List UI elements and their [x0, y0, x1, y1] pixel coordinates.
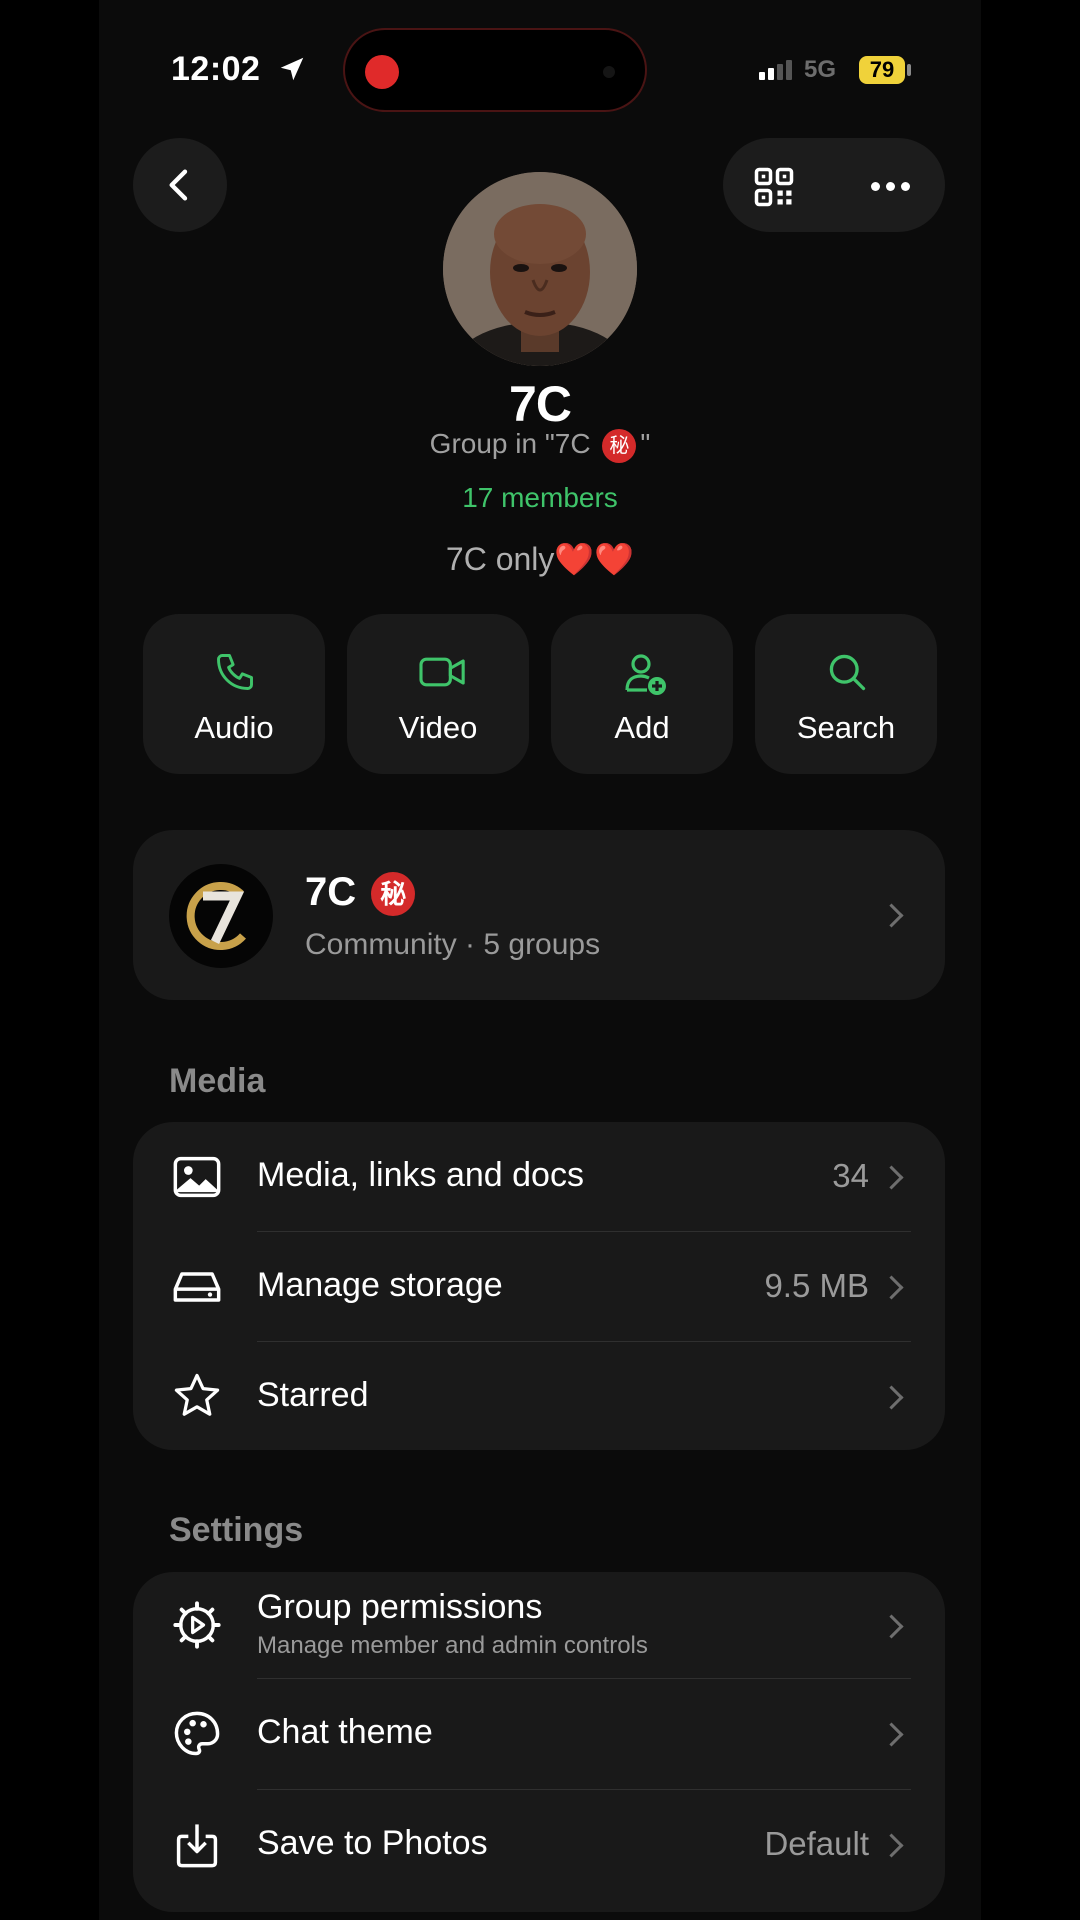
group-description: 7C only❤️❤️	[445, 541, 635, 577]
search-button[interactable]: Search	[755, 614, 937, 774]
star-icon	[174, 1373, 220, 1416]
avatar-portrait	[443, 172, 637, 366]
group-avatar[interactable]	[443, 172, 637, 366]
add-member-button[interactable]: Add	[551, 614, 733, 774]
add-person-icon	[625, 654, 666, 695]
chevron-right-icon	[879, 1833, 904, 1858]
qr-code-icon[interactable]	[753, 166, 795, 208]
group-name: 7C	[509, 376, 572, 432]
members-count[interactable]: 17 members	[99, 482, 981, 514]
chat-theme-row[interactable]: Chat theme	[133, 1679, 945, 1789]
community-name: 7C 秘	[305, 870, 419, 917]
gear-icon	[173, 1601, 221, 1649]
chevron-left-icon	[169, 169, 188, 201]
audio-label: Audio	[194, 710, 274, 745]
community-card[interactable]: 7C 秘 Community · 5 groups	[133, 830, 945, 1000]
media-links-docs-row[interactable]: Media, links and docs 34	[133, 1122, 945, 1232]
chevron-right-icon	[879, 1165, 904, 1190]
settings-card: Group permissions Manage member and admi…	[133, 1572, 945, 1912]
secret-badge-icon: 秘	[371, 872, 416, 917]
palette-icon	[174, 1711, 220, 1756]
recording-indicator-icon	[365, 55, 399, 89]
group-info-screen: 12:02 5G 79 7C Group in "7C 秘 " 17 membe…	[99, 0, 981, 1920]
header-actions	[723, 138, 945, 232]
more-options-icon[interactable]	[871, 178, 916, 196]
location-arrow-icon	[280, 57, 304, 81]
save-to-photos-row[interactable]: Save to Photos Default	[133, 1790, 945, 1900]
audio-call-button[interactable]: Audio	[143, 614, 325, 774]
video-call-button[interactable]: Video	[347, 614, 529, 774]
chevron-right-icon	[879, 1275, 904, 1300]
chevron-right-icon	[879, 1722, 904, 1747]
download-icon	[176, 1824, 218, 1868]
dynamic-island	[343, 28, 647, 112]
settings-section-label: Settings	[169, 1511, 304, 1549]
manage-storage-row[interactable]: Manage storage 9.5 MB	[133, 1232, 945, 1342]
network-type: 5G	[804, 56, 837, 83]
chevron-right-icon	[879, 1614, 904, 1639]
phone-icon	[217, 654, 253, 690]
media-card: Media, links and docs 34 Manage storage …	[133, 1122, 945, 1450]
group-permissions-row[interactable]: Group permissions Manage member and admi…	[133, 1572, 945, 1678]
status-time: 12:02	[171, 50, 261, 88]
video-icon	[419, 657, 465, 687]
chevron-right-icon	[879, 903, 904, 928]
signal-icon	[759, 60, 792, 80]
chevron-right-icon	[879, 1385, 904, 1410]
media-section-label: Media	[169, 1062, 266, 1100]
storage-icon	[173, 1272, 221, 1302]
add-label: Add	[614, 710, 670, 745]
community-logo	[169, 864, 273, 968]
search-icon	[829, 654, 866, 691]
search-label: Search	[796, 710, 896, 745]
video-label: Video	[398, 710, 478, 745]
starred-row[interactable]: Starred	[133, 1342, 945, 1450]
hearts: ❤️❤️	[554, 541, 635, 577]
battery-icon: 79	[859, 56, 905, 84]
secret-badge-icon: 秘	[602, 428, 637, 463]
image-icon	[173, 1156, 221, 1198]
group-parent-community[interactable]: Group in "7C 秘 "	[99, 428, 981, 463]
community-subtitle: Community · 5 groups	[305, 928, 601, 961]
back-button[interactable]	[133, 138, 227, 232]
